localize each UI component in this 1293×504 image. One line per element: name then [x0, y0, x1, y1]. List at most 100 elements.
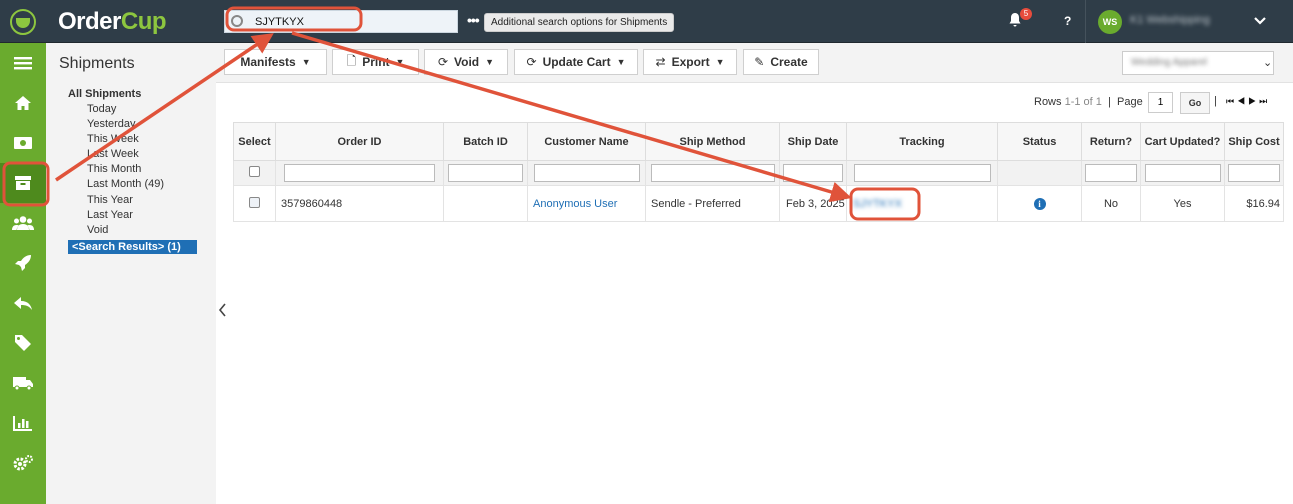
tree-item-last-year[interactable]: Last Year: [68, 208, 197, 223]
tree-item-void[interactable]: Void: [68, 223, 197, 238]
chevron-down-icon: ▼: [715, 57, 725, 67]
export-button[interactable]: ⇄ Export ▼: [643, 49, 737, 75]
tree-item-yesterday[interactable]: Yesterday: [68, 117, 197, 132]
column-header-ship-method[interactable]: Ship Method: [645, 122, 780, 161]
update-cart-button[interactable]: ⟳ Update Cart ▼: [514, 49, 638, 75]
page-number-input[interactable]: [1148, 92, 1173, 113]
cup-logo-icon: [10, 8, 36, 35]
chevron-down-icon: ▼: [395, 57, 405, 67]
search-options-tooltip: Additional search options for Shipments: [484, 13, 675, 32]
column-header-ship-cost[interactable]: Ship Cost: [1224, 122, 1284, 161]
user-name[interactable]: K1 Webshipping: [1130, 14, 1210, 26]
gears-icon[interactable]: [0, 443, 46, 483]
go-button[interactable]: Go: [1180, 92, 1210, 114]
tag-icon[interactable]: [0, 323, 46, 363]
ship-date-cell: Feb 3, 2025: [779, 185, 847, 222]
notifications-button[interactable]: 5: [1008, 8, 1032, 32]
tree-item-today[interactable]: Today: [68, 102, 197, 117]
column-header-batch-id[interactable]: Batch ID: [443, 122, 528, 161]
global-search[interactable]: [224, 10, 458, 33]
panel-title: Shipments: [59, 55, 135, 72]
shipment-filter-select[interactable]: Wedding Apparel ⌄: [1122, 51, 1274, 75]
order-id-filter[interactable]: [284, 164, 435, 182]
chevron-down-icon[interactable]: [1253, 12, 1267, 32]
column-header-order-id[interactable]: Order ID: [275, 122, 444, 161]
tree-item-all-shipments[interactable]: All Shipments: [68, 87, 197, 102]
column-header-return[interactable]: Return?: [1081, 122, 1141, 161]
tree-item-search-results[interactable]: <Search Results> (1): [68, 239, 197, 254]
batch-id-filter[interactable]: [448, 164, 523, 182]
truck-icon[interactable]: [0, 363, 46, 403]
column-header-select[interactable]: Select: [233, 122, 276, 161]
divider: |: [1214, 95, 1217, 107]
edit-icon: ✎: [754, 55, 765, 69]
table-row[interactable]: 3579860448 Anonymous User Sendle - Prefe…: [233, 185, 1284, 222]
column-header-cart-updated[interactable]: Cart Updated?: [1140, 122, 1225, 161]
money-icon[interactable]: [0, 123, 46, 163]
tree-item-this-year[interactable]: This Year: [68, 193, 197, 208]
first-page-icon[interactable]: ⏮: [1226, 96, 1237, 106]
shipment-filter-tree: All Shipments Today Yesterday This Week …: [68, 87, 197, 254]
cart-updated-filter[interactable]: [1144, 164, 1221, 182]
return-icon[interactable]: [0, 283, 46, 323]
customer-link[interactable]: Anonymous User: [527, 185, 646, 222]
column-header-tracking[interactable]: Tracking: [846, 122, 998, 161]
rows-info: Rows 1-1 of 1 | Page: [1034, 96, 1143, 108]
order-id-cell: 3579860448: [275, 185, 444, 222]
row-checkbox[interactable]: [249, 196, 260, 208]
select-all-checkbox[interactable]: [249, 166, 260, 177]
ship-method-cell: Sendle - Preferred: [645, 185, 780, 222]
tree-item-last-month[interactable]: Last Month (49): [68, 177, 197, 192]
left-nav: [0, 43, 46, 504]
collapse-panel-icon[interactable]: [218, 302, 228, 318]
rocket-icon[interactable]: [0, 243, 46, 283]
next-page-icon[interactable]: ▶: [1248, 96, 1259, 106]
page-nav[interactable]: ⏮◀▶⏭: [1226, 96, 1270, 107]
search-input[interactable]: [255, 14, 435, 30]
avatar[interactable]: WS: [1098, 10, 1122, 34]
refresh-icon: ⟳: [526, 55, 537, 69]
chart-icon[interactable]: [0, 403, 46, 443]
prev-page-icon[interactable]: ◀: [1237, 96, 1248, 106]
divider: [1085, 0, 1086, 43]
tracking-link[interactable]: SJYTKYX: [853, 198, 902, 210]
table-header-row: Select Order ID Batch ID Customer Name S…: [233, 122, 1284, 161]
print-button[interactable]: 🗋 Print ▼: [332, 49, 419, 75]
return-filter[interactable]: [1085, 164, 1137, 182]
home-icon[interactable]: [0, 83, 46, 123]
info-icon[interactable]: i: [1033, 197, 1046, 210]
users-icon[interactable]: [0, 203, 46, 243]
chevron-down-icon: ▼: [616, 57, 626, 67]
customer-name-filter[interactable]: [533, 164, 640, 182]
refresh-icon: ⟳: [437, 55, 449, 69]
ship-method-filter[interactable]: [650, 164, 775, 182]
tree-item-this-month[interactable]: This Month: [68, 162, 197, 177]
shipments-panel: Shipments All Shipments Today Yesterday …: [46, 43, 216, 504]
tree-item-last-week[interactable]: Last Week: [68, 147, 197, 162]
tracking-filter[interactable]: [853, 164, 991, 182]
return-cell: No: [1081, 185, 1141, 222]
ship-date-filter[interactable]: [783, 164, 843, 182]
notification-count-badge: 5: [1020, 8, 1032, 20]
batch-id-cell: [443, 185, 528, 222]
menu-icon[interactable]: [0, 43, 46, 83]
more-search-options-icon[interactable]: •••: [467, 12, 480, 28]
column-header-ship-date[interactable]: Ship Date: [779, 122, 847, 161]
create-button[interactable]: ✎ Create: [743, 49, 819, 75]
void-button[interactable]: ⟳ Void ▼: [424, 49, 508, 75]
manifests-button[interactable]: Manifests ▼: [224, 49, 327, 75]
box-icon[interactable]: [0, 163, 46, 203]
search-icon: [231, 15, 243, 27]
ship-cost-cell: $16.94: [1224, 185, 1284, 222]
last-page-icon[interactable]: ⏭: [1259, 96, 1270, 106]
pagination: Rows 1-1 of 1 | Page Go | ⏮◀▶⏭: [1034, 92, 1289, 114]
column-header-customer-name[interactable]: Customer Name: [527, 122, 646, 161]
tree-item-this-week[interactable]: This Week: [68, 132, 197, 147]
chevron-down-icon: ⌄: [1263, 57, 1273, 69]
ship-cost-filter[interactable]: [1228, 164, 1280, 182]
help-icon[interactable]: ?: [1064, 14, 1071, 28]
chevron-down-icon: ▼: [301, 57, 311, 67]
column-header-status[interactable]: Status: [997, 122, 1082, 161]
logo[interactable]: OrderCup: [0, 0, 215, 43]
exchange-icon: ⇄: [655, 55, 666, 69]
